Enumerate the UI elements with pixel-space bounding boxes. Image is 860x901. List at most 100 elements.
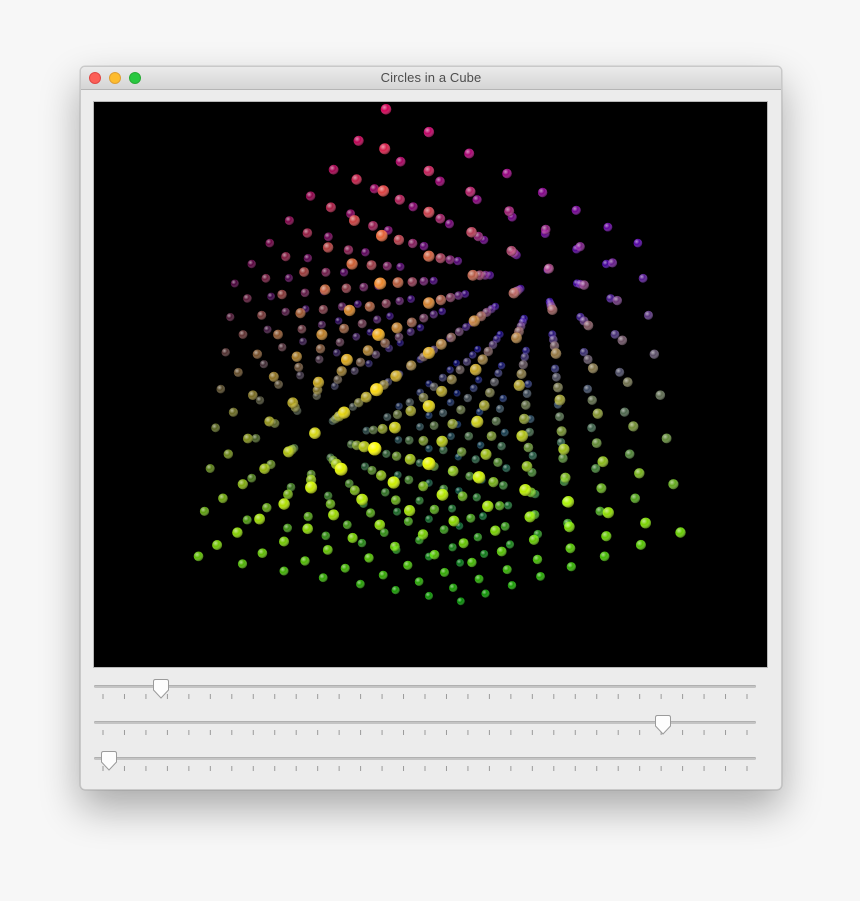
sphere-shading: [423, 250, 435, 262]
cube-canvas[interactable]: [93, 101, 768, 668]
sphere-shading: [462, 357, 472, 366]
sphere-shading: [612, 295, 622, 306]
sphere-shading: [615, 367, 625, 377]
sphere-shading: [393, 234, 405, 246]
sphere-shading: [445, 219, 454, 229]
sphere-shading: [394, 332, 404, 342]
sphere-shading: [516, 369, 527, 379]
sphere-cube-render[interactable]: [94, 102, 767, 667]
slider-thumb[interactable]: [151, 678, 171, 700]
sphere-shading: [325, 499, 336, 509]
sphere-shading: [456, 597, 465, 606]
sphere-shading: [242, 515, 252, 525]
sphere-shading: [333, 375, 343, 385]
sphere-shading: [463, 393, 472, 403]
sphere-shading: [305, 191, 316, 201]
sphere-shading: [408, 238, 418, 249]
sphere-shading: [284, 216, 294, 226]
sphere-shading: [465, 186, 476, 197]
slider-thumb[interactable]: [99, 750, 119, 772]
sphere-shading: [335, 338, 345, 347]
slider-track[interactable]: [94, 685, 756, 688]
sphere-shading: [599, 551, 610, 562]
sphere-shading: [315, 355, 324, 364]
sphere-shading: [414, 577, 424, 586]
rotation-slider-z[interactable]: [93, 747, 757, 777]
sphere-shading: [446, 332, 457, 343]
sphere-shading: [284, 274, 293, 283]
sphere-shading: [341, 353, 353, 366]
sphere-shading: [566, 562, 576, 572]
sphere-shading: [554, 394, 566, 406]
sphere-shading: [675, 527, 686, 538]
slider-track[interactable]: [94, 757, 756, 760]
sphere-shading: [343, 245, 354, 255]
sphere-shading: [596, 483, 607, 494]
sphere-shading: [237, 479, 248, 490]
sphere-shading: [668, 479, 679, 490]
sphere-shading: [425, 591, 433, 600]
sphere-shading: [661, 433, 672, 444]
sphere-shading: [405, 398, 414, 407]
sphere-shading: [532, 554, 543, 565]
sphere-shading: [556, 426, 567, 437]
sphere-shading: [238, 330, 248, 339]
sphere-shading: [565, 543, 576, 554]
sphere-shading: [562, 496, 575, 508]
sphere-shading: [468, 315, 480, 327]
sphere-shading: [422, 457, 436, 471]
sphere-shading: [364, 553, 374, 563]
sphere-shading: [558, 453, 568, 463]
rotation-slider-y[interactable]: [93, 711, 757, 741]
sphere-shading: [404, 453, 416, 465]
sphere-shading: [436, 435, 448, 448]
title-bar[interactable]: Circles in a Cube: [81, 67, 781, 90]
sphere-shading: [543, 263, 554, 274]
sphere-shading: [268, 371, 279, 382]
sphere-shading: [382, 449, 391, 458]
sphere-shading: [524, 511, 536, 523]
sphere-shading: [367, 465, 377, 475]
sphere-shading: [508, 287, 520, 299]
sphere-shading: [390, 370, 402, 382]
sphere-shading: [438, 307, 447, 316]
sphere-shading: [418, 435, 429, 446]
sphere-shading: [376, 470, 387, 481]
sphere-shading: [378, 570, 388, 580]
sphere-shading: [218, 493, 228, 504]
sphere-shading: [205, 464, 215, 473]
sphere-shading: [265, 238, 275, 248]
sphere-group: [193, 104, 686, 606]
sphere-shading: [380, 104, 392, 115]
sphere-shading: [309, 427, 321, 440]
sphere-shading: [465, 471, 475, 481]
sphere-shading: [583, 320, 594, 331]
sphere-shading: [392, 277, 404, 288]
sphere-shading: [394, 436, 403, 444]
sphere-shading: [369, 425, 378, 435]
sphere-shading: [299, 267, 309, 277]
sphere-shading: [391, 586, 400, 595]
sphere-shading: [247, 259, 256, 269]
sphere-shading: [504, 501, 513, 510]
sphere-shading: [591, 464, 601, 473]
sphere-shading: [602, 507, 614, 519]
sphere-shading: [316, 329, 328, 341]
sphere-shading: [446, 366, 454, 374]
sphere-shading: [362, 345, 374, 356]
sphere-shading: [477, 441, 485, 449]
sphere-shading: [587, 363, 599, 374]
slider-thumb[interactable]: [653, 714, 673, 736]
sphere-shading: [252, 349, 263, 359]
sphere-shading: [579, 280, 589, 290]
sphere-shading: [415, 496, 424, 505]
sphere-shading: [230, 279, 239, 288]
rotation-slider-x[interactable]: [93, 675, 757, 705]
sphere-shading: [342, 520, 352, 530]
sphere-shading: [422, 346, 435, 359]
sphere-shading: [393, 507, 402, 516]
sphere-shading: [287, 397, 299, 409]
sphere-shading: [216, 384, 226, 394]
sphere-shading: [448, 543, 457, 552]
sphere-shading: [394, 194, 405, 205]
